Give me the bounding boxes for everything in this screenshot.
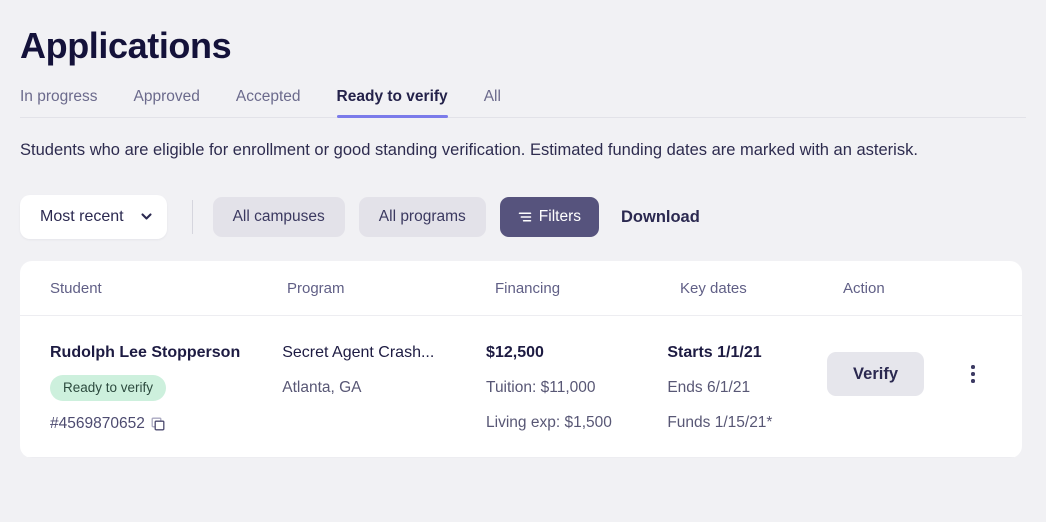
date-funds: Funds 1/15/21* [667, 414, 773, 431]
tab-ready-to-verify[interactable]: Ready to verify [336, 87, 448, 118]
copy-icon[interactable] [151, 417, 165, 431]
column-header-action: Action [843, 279, 885, 297]
tab-accepted[interactable]: Accepted [236, 87, 301, 117]
filter-icon [518, 210, 532, 224]
column-header-financing: Financing [495, 279, 561, 297]
column-header-student: Student [50, 279, 102, 297]
date-ends: Ends 6/1/21 [667, 379, 751, 396]
applications-page: Applications In progress Approved Accept… [0, 0, 1046, 522]
cell-action: Verify [827, 343, 992, 396]
student-name: Rudolph Lee Stopperson [50, 344, 241, 361]
cell-program: Secret Agent Crash... Atlanta, GA [282, 343, 486, 398]
sort-dropdown-label: Most recent [40, 208, 124, 225]
application-id: #4569870652 [50, 415, 282, 433]
campus-filter-button[interactable]: All campuses [212, 197, 345, 237]
column-header-program: Program [287, 279, 345, 297]
filters-button[interactable]: Filters [499, 197, 599, 237]
download-link[interactable]: Download [621, 208, 700, 227]
date-starts: Starts 1/1/21 [667, 344, 762, 361]
tab-bar: In progress Approved Accepted Ready to v… [20, 82, 1026, 118]
toolbar: Most recent All campuses All programs Fi… [20, 195, 1026, 239]
table-header-row: Student Program Financing Key dates Acti… [20, 261, 1022, 316]
tab-all[interactable]: All [484, 87, 501, 117]
tab-approved[interactable]: Approved [134, 87, 200, 117]
program-name: Secret Agent Crash... [282, 344, 435, 361]
program-location: Atlanta, GA [282, 379, 362, 396]
applications-table-card: Student Program Financing Key dates Acti… [20, 261, 1022, 458]
sort-dropdown[interactable]: Most recent [20, 195, 167, 239]
table-row: Rudolph Lee Stopperson Ready to verify #… [20, 316, 1022, 458]
tab-in-progress[interactable]: In progress [20, 87, 98, 117]
page-title: Applications [20, 25, 232, 66]
page-description: Students who are eligible for enrollment… [20, 141, 918, 159]
column-header-key-dates: Key dates [680, 279, 747, 297]
kebab-menu-icon[interactable] [956, 357, 990, 391]
kebab-dot [971, 379, 975, 383]
program-filter-button[interactable]: All programs [358, 197, 486, 237]
kebab-dot [971, 372, 975, 376]
financing-living-expenses: Living exp: $1,500 [486, 414, 612, 431]
toolbar-divider [191, 200, 193, 234]
application-id-text: #4569870652 [50, 415, 145, 432]
filters-button-label: Filters [538, 208, 581, 225]
financing-tuition: Tuition: $11,000 [486, 379, 596, 396]
chevron-down-icon [140, 210, 152, 221]
status-badge: Ready to verify [50, 375, 167, 401]
kebab-dot [971, 365, 975, 369]
cell-key-dates: Starts 1/1/21 Ends 6/1/21 Funds 1/15/21* [667, 343, 827, 433]
verify-button[interactable]: Verify [827, 352, 924, 396]
financing-total: $12,500 [486, 344, 544, 361]
cell-student: Rudolph Lee Stopperson Ready to verify #… [50, 343, 282, 433]
cell-financing: $12,500 Tuition: $11,000 Living exp: $1,… [486, 343, 667, 433]
